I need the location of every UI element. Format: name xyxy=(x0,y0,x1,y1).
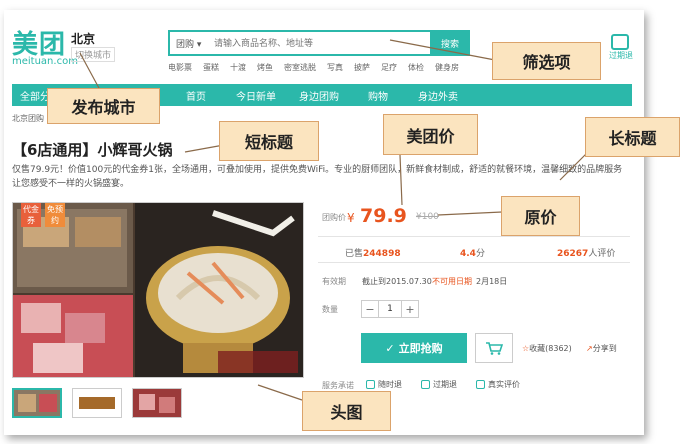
callout-long-title: 长标题 xyxy=(585,117,680,157)
callout-meituan-price: 美团价 xyxy=(383,114,478,155)
callout-short-title: 短标题 xyxy=(219,121,319,161)
callout-original-price: 原价 xyxy=(501,196,580,236)
callout-filter: 筛选项 xyxy=(492,42,601,80)
callout-head-image: 头图 xyxy=(302,391,391,431)
callout-publish-city: 发布城市 xyxy=(47,88,160,124)
